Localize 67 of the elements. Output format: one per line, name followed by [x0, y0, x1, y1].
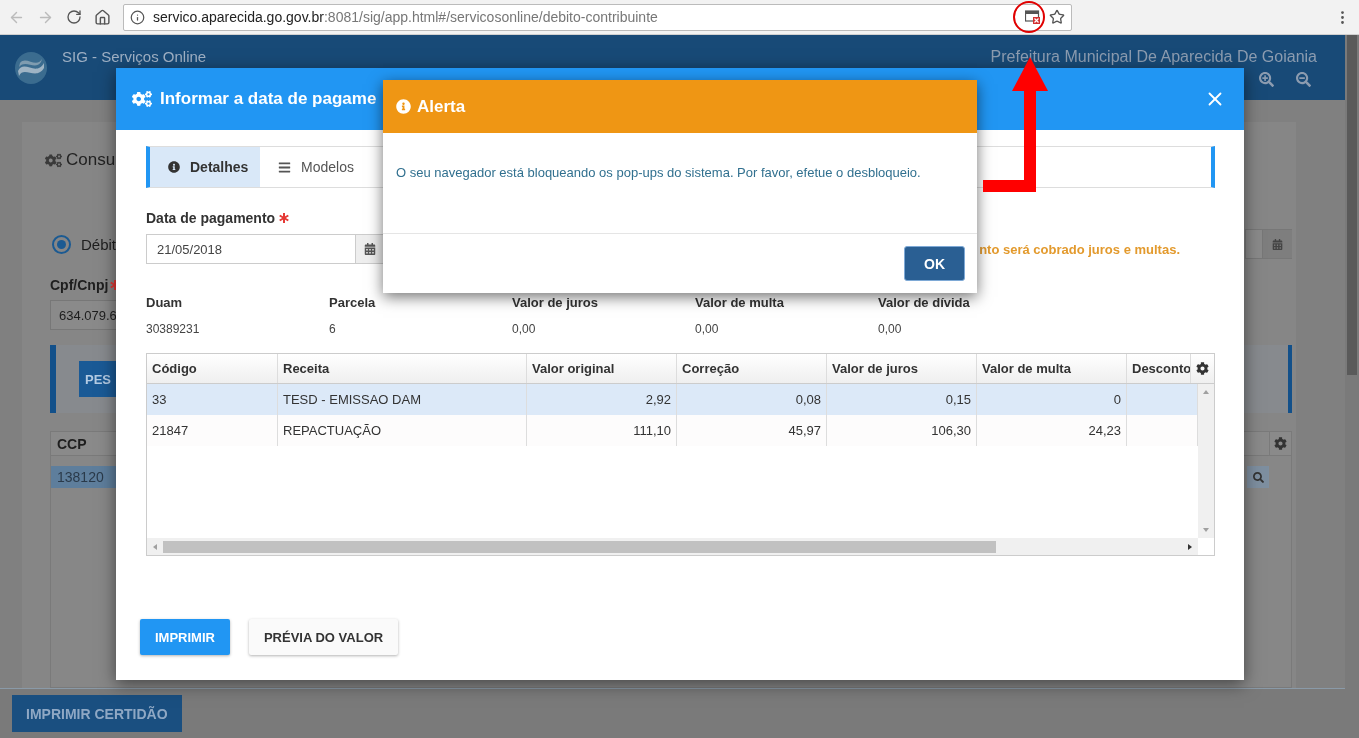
star-icon[interactable]	[1049, 9, 1065, 25]
horizontal-scrollbar[interactable]	[147, 538, 1198, 555]
vertical-scrollbar[interactable]	[1198, 384, 1214, 538]
dialog-title: Informar a data de pagame	[160, 89, 377, 109]
input-field[interactable]: 634.079.6	[50, 300, 116, 330]
table-cell: 24,23	[977, 415, 1127, 446]
summary-value: 6	[329, 322, 337, 336]
radio-label: Débit	[81, 235, 117, 253]
summary-label: Valor de juros	[512, 295, 599, 310]
settings-icon[interactable]	[1196, 362, 1209, 375]
app-title: SIG - Serviços Online	[62, 48, 207, 65]
home-button[interactable]	[94, 8, 111, 26]
scroll-left-icon[interactable]	[151, 542, 159, 551]
highlight-circle	[1013, 1, 1045, 33]
section-heading: Consu	[66, 150, 116, 170]
summary-label: Valor de dívida	[878, 295, 971, 310]
calendar-icon[interactable]	[364, 243, 376, 255]
table-cell: 111,10	[527, 415, 677, 446]
popup-blocked-icon[interactable]	[1025, 10, 1041, 24]
field-label: Data de pagamento	[146, 210, 276, 226]
info-icon	[396, 99, 411, 114]
reload-button[interactable]	[66, 9, 82, 25]
address-bar[interactable]: servico.aparecida.go.gov.br:8081/sig/app.html#/servicosonline/debito-contribuinte	[123, 3, 1072, 31]
table-cell: REPACTUAÇÃO	[278, 415, 527, 446]
info-icon	[168, 161, 180, 173]
warning-text: nto será cobrado juros e multas.	[979, 241, 1180, 257]
date-field[interactable]	[1245, 229, 1292, 259]
gears-icon	[132, 89, 152, 109]
zoom-out-icon[interactable]	[1296, 72, 1311, 87]
summary-value: 0,00	[878, 322, 903, 336]
logo-icon	[14, 50, 48, 85]
scroll-down-icon[interactable]	[1202, 526, 1210, 534]
list-icon	[278, 160, 291, 174]
preview-button[interactable]: PRÉVIA DO VALOR	[248, 619, 399, 655]
scroll-up-icon[interactable]	[1202, 388, 1210, 396]
column-header[interactable]: Valor de juros	[827, 354, 977, 383]
column-header[interactable]: Desconto	[1127, 354, 1191, 383]
column-header[interactable]: Código	[147, 354, 278, 383]
summary-label: Duam	[146, 295, 184, 310]
column-header[interactable]: Valor original	[527, 354, 677, 383]
scroll-right-icon[interactable]	[1186, 542, 1194, 551]
summary-label: Parcela	[329, 295, 377, 310]
column-header[interactable]: Receita	[278, 354, 527, 383]
table-cell: 45,97	[677, 415, 827, 446]
zoom-in-icon[interactable]	[1259, 72, 1274, 87]
search-icon[interactable]	[1247, 466, 1269, 488]
info-icon[interactable]	[130, 9, 145, 25]
field-label: Cpf/Cnpj	[50, 277, 109, 293]
column-header[interactable]: Correção	[677, 354, 827, 383]
summary-label: Valor de multa	[695, 295, 785, 310]
gears-icon	[45, 151, 62, 169]
tab[interactable]: Detalhes	[150, 147, 260, 187]
table-cell: 21847	[147, 415, 278, 446]
table-cell: 106,30	[827, 415, 977, 446]
scrollbar[interactable]	[1345, 35, 1359, 738]
alert-message: O seu navegador está bloqueando os pop-ups do sistema. Por favor, efetue o desbloqueio.	[396, 165, 922, 180]
summary-value: 0,00	[695, 322, 720, 336]
alert-title: Alerta	[417, 96, 466, 117]
summary-value: 30389231	[146, 322, 201, 336]
column-header: CCP	[57, 435, 87, 452]
column-header[interactable]: Valor de multa	[977, 354, 1127, 383]
organization-name: Prefeitura Municipal De Aparecida De Goiania	[990, 48, 1317, 66]
radio-button[interactable]	[52, 234, 71, 254]
table-row[interactable]: 33 TESD - EMISSAO DAM 2,92 0,08 0,15 0	[147, 384, 1198, 415]
ok-button[interactable]: OK	[904, 246, 965, 281]
search-button[interactable]: PES	[79, 361, 116, 397]
summary-value: 0,00	[512, 322, 537, 336]
